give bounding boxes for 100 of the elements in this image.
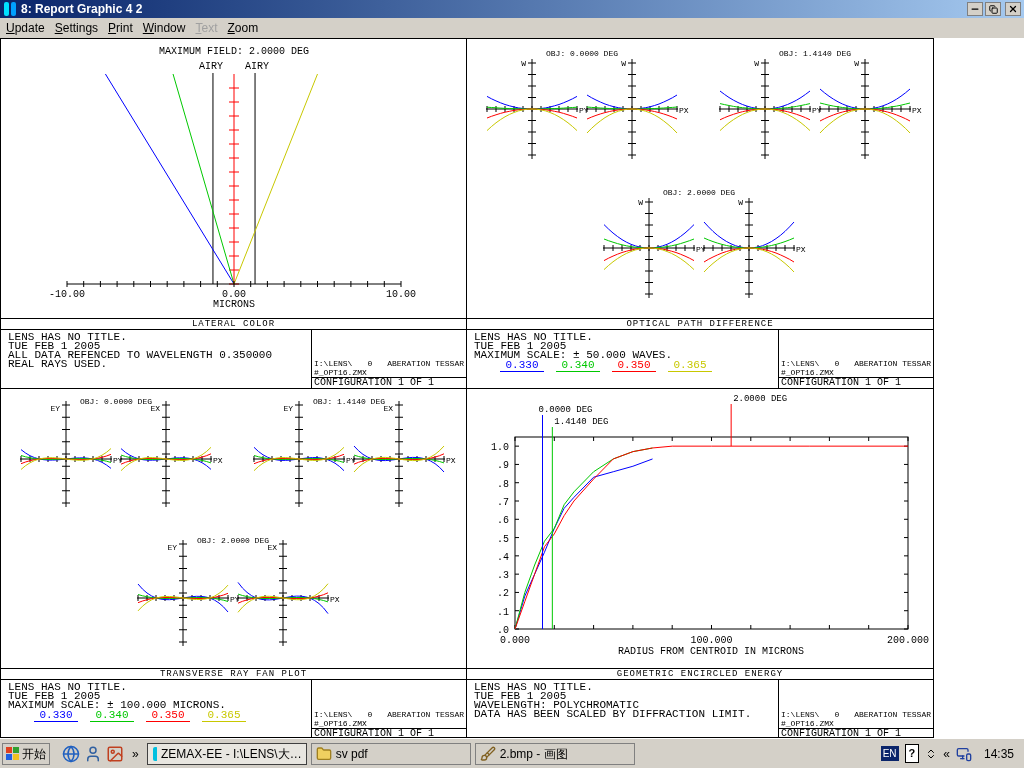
file-info: ABERATION TESSAR	[387, 359, 464, 368]
tray-chevron[interactable]: «	[943, 744, 950, 763]
computers-icon[interactable]	[955, 745, 972, 762]
folder-icon	[315, 745, 332, 762]
flag-icon	[6, 746, 20, 761]
info-text: TUE FEB 1 2005	[474, 342, 568, 351]
axis-label: EY	[283, 404, 293, 413]
pupil-label: PX	[446, 456, 456, 465]
menu-item[interactable]: Update	[1, 19, 50, 37]
tick-label: 200.000	[887, 635, 929, 646]
tick-label: 1.0	[491, 442, 509, 454]
file-info: 0	[834, 359, 840, 368]
tick-label: .5	[497, 533, 509, 545]
tick-label: .1	[497, 606, 509, 618]
pupil-label: PX	[912, 106, 922, 115]
pupil-label: PY	[696, 245, 706, 254]
info-text: LENS HAS NO TITLE.	[474, 683, 594, 692]
field-title: OBJ: 2.0000 DEG	[663, 188, 735, 197]
image-icon[interactable]	[106, 744, 124, 763]
info-text: MAXIMUM SCALE: ± 50.000 WAVES.	[474, 351, 674, 360]
file-info: 0	[367, 710, 373, 719]
axis-label: W	[854, 59, 859, 68]
plot-caption: OPTICAL PATH DIFFERENCE	[467, 318, 933, 330]
file-info: I:\LENS\	[781, 359, 820, 368]
wavelength-legend: 0.365	[668, 361, 712, 372]
close-icon	[1008, 4, 1018, 14]
restore-icon	[988, 4, 998, 14]
globe-icon[interactable]	[62, 744, 80, 763]
tick-label: 0.00	[222, 289, 246, 300]
pupil-label: PX	[213, 456, 223, 465]
axis-label: W	[754, 59, 759, 68]
pupil-label: PY	[113, 456, 123, 465]
menu-item[interactable]: Settings	[49, 19, 104, 37]
menu-item[interactable]: Zoom	[222, 19, 264, 37]
series-label: 0.0000 DEG	[538, 405, 593, 415]
wavelength-legend: 0.330	[500, 361, 544, 372]
more-chevron[interactable]: »	[128, 744, 143, 763]
tick-label: .8	[497, 478, 509, 490]
start-button[interactable]: 开始	[2, 742, 50, 765]
info-text: MAXIMUM SCALE: ± 100.000 MICRONS.	[8, 701, 227, 710]
info-text: LENS HAS NO TITLE.	[8, 683, 128, 692]
axis-label: RADIUS FROM CENTROID IN MICRONS	[618, 646, 804, 657]
tick-label: .9	[497, 460, 509, 472]
file-info: ABERATION TESSAR	[854, 359, 931, 368]
user-icon[interactable]	[84, 744, 102, 763]
axis-label: MICRONS	[213, 299, 255, 310]
file-info: ABERATION TESSAR	[854, 710, 931, 719]
tick-label: .2	[497, 588, 509, 600]
field-title: OBJ: 0.0000 DEG	[546, 49, 618, 58]
minimize-button[interactable]	[967, 2, 983, 16]
tick-label: -10.00	[49, 289, 85, 300]
close-button[interactable]	[1005, 2, 1021, 16]
help-button[interactable]: ?	[904, 744, 920, 763]
taskbar-button[interactable]: 2.bmp - 画图	[474, 742, 635, 765]
wavelength-legend: 0.350	[146, 711, 190, 722]
tick-label: .0	[497, 625, 509, 636]
axis-label: EY	[50, 404, 60, 413]
info-text: REAL RAYS USED.	[8, 360, 109, 369]
info-text: ALL DATA REFENCED TO WAVELENGTH 0.350000	[8, 351, 274, 360]
configuration-text: CONFIGURATION 1 OF 1	[779, 377, 933, 388]
taskbar-button[interactable]: ZEMAX-EE - I:\LENS\大…	[146, 742, 307, 765]
pupil-label: PX	[679, 106, 689, 115]
file-info: I:\LENS\	[314, 710, 353, 719]
menu-item[interactable]: Print	[103, 19, 138, 37]
menu-item[interactable]: Window	[137, 19, 191, 37]
taskbar-button[interactable]: sv pdf	[310, 742, 471, 765]
axis-label: EX	[150, 404, 160, 413]
tick-label: 10.00	[386, 289, 416, 300]
language-indicator[interactable]: EN	[880, 746, 899, 761]
file-info: I:\LENS\	[314, 359, 353, 368]
wavelength-legend: 0.340	[90, 711, 134, 722]
info-text: TUE FEB 1 2005	[8, 692, 102, 701]
info-text: TUE FEB 1 2005	[8, 342, 101, 351]
tick-label: .4	[497, 551, 509, 563]
file-info: ABERATION TESSAR	[387, 710, 464, 719]
axis-label: EX	[383, 404, 393, 413]
restore-button[interactable]	[985, 2, 1001, 16]
configuration-text: CONFIGURATION 1 OF 1	[312, 377, 466, 388]
tick-label: .6	[497, 515, 509, 527]
airy-label: AIRY	[198, 61, 223, 72]
clock: 14:35	[983, 745, 1014, 763]
app-icon	[151, 745, 157, 762]
series-label: 2.0000 DEG	[733, 394, 788, 404]
pupil-label: PY	[579, 106, 589, 115]
file-info: #_OPT16.ZMX	[781, 719, 834, 728]
plot-caption: GEOMETRIC ENCIRCLED ENERGY	[467, 668, 933, 680]
pupil-label: PY	[812, 106, 822, 115]
pupil-label: PX	[796, 245, 806, 254]
tick-label: .7	[497, 497, 509, 508]
info-text: LENS HAS NO TITLE.	[8, 333, 128, 342]
wavelength-legend: 0.365	[202, 711, 246, 722]
file-info: #_OPT16.ZMX	[781, 368, 834, 377]
field-title: OBJ: 2.0000 DEG	[197, 536, 269, 545]
tick-label: 0.000	[500, 635, 530, 646]
file-info: #_OPT16.ZMX	[314, 719, 367, 728]
file-info: 0	[834, 710, 840, 719]
file-info: 0	[367, 359, 373, 368]
plot-caption: TRANSVERSE RAY FAN PLOT	[1, 668, 466, 680]
plot-caption: LATERAL COLOR	[1, 318, 466, 330]
wavelength-legend: 0.340	[556, 361, 600, 372]
